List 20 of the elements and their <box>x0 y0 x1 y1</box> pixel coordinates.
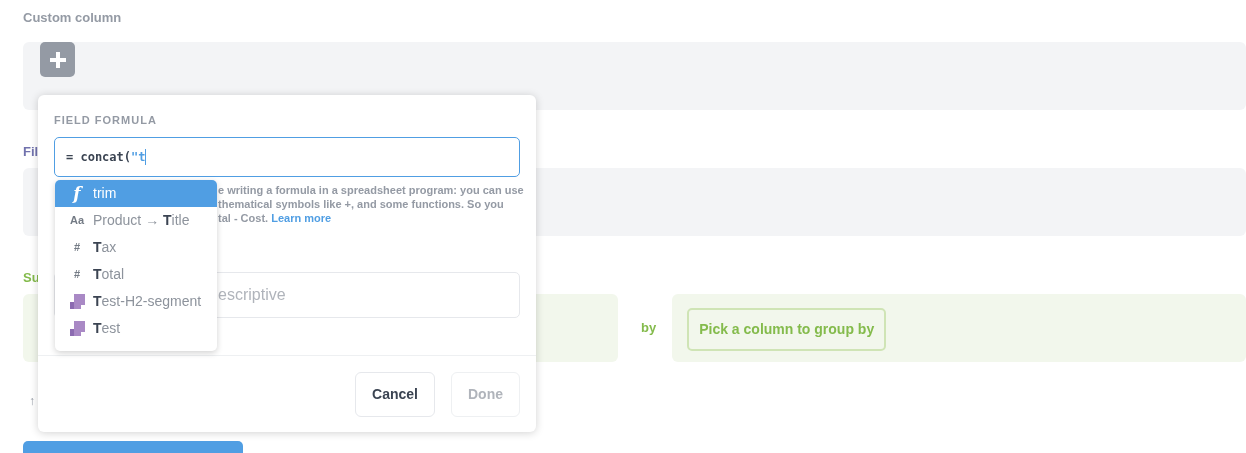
suggestion-item[interactable]: Test <box>55 315 217 342</box>
help-text: tal - Cost. Learn more <box>218 210 333 225</box>
segment-icon <box>69 321 85 336</box>
text-type-icon: Aa <box>69 212 85 229</box>
plus-icon <box>49 51 66 68</box>
field-heading: FIELD FORMULA <box>54 113 158 128</box>
section-label: Fil <box>23 143 39 159</box>
suggestion-item[interactable]: # Tax <box>55 234 217 261</box>
number-type-icon: # <box>69 239 85 256</box>
formula-field[interactable]: = concat("t <box>54 136 520 177</box>
suggestion-item[interactable]: Aa Product → Title <box>55 207 217 234</box>
segment-icon <box>69 294 85 309</box>
by-label: by <box>641 319 657 338</box>
function-icon: f <box>69 180 85 207</box>
help-text: thematical symbols like +, and some functions. So you <box>218 196 505 211</box>
add-button[interactable] <box>40 42 75 77</box>
help-text: e writing a formula in a spreadsheet program: you can use <box>218 182 525 197</box>
suggestion-item[interactable]: Test-H2-segment <box>55 288 217 315</box>
cancel-button[interactable]: Cancel <box>355 372 435 417</box>
section-label: Custom column <box>23 9 122 25</box>
